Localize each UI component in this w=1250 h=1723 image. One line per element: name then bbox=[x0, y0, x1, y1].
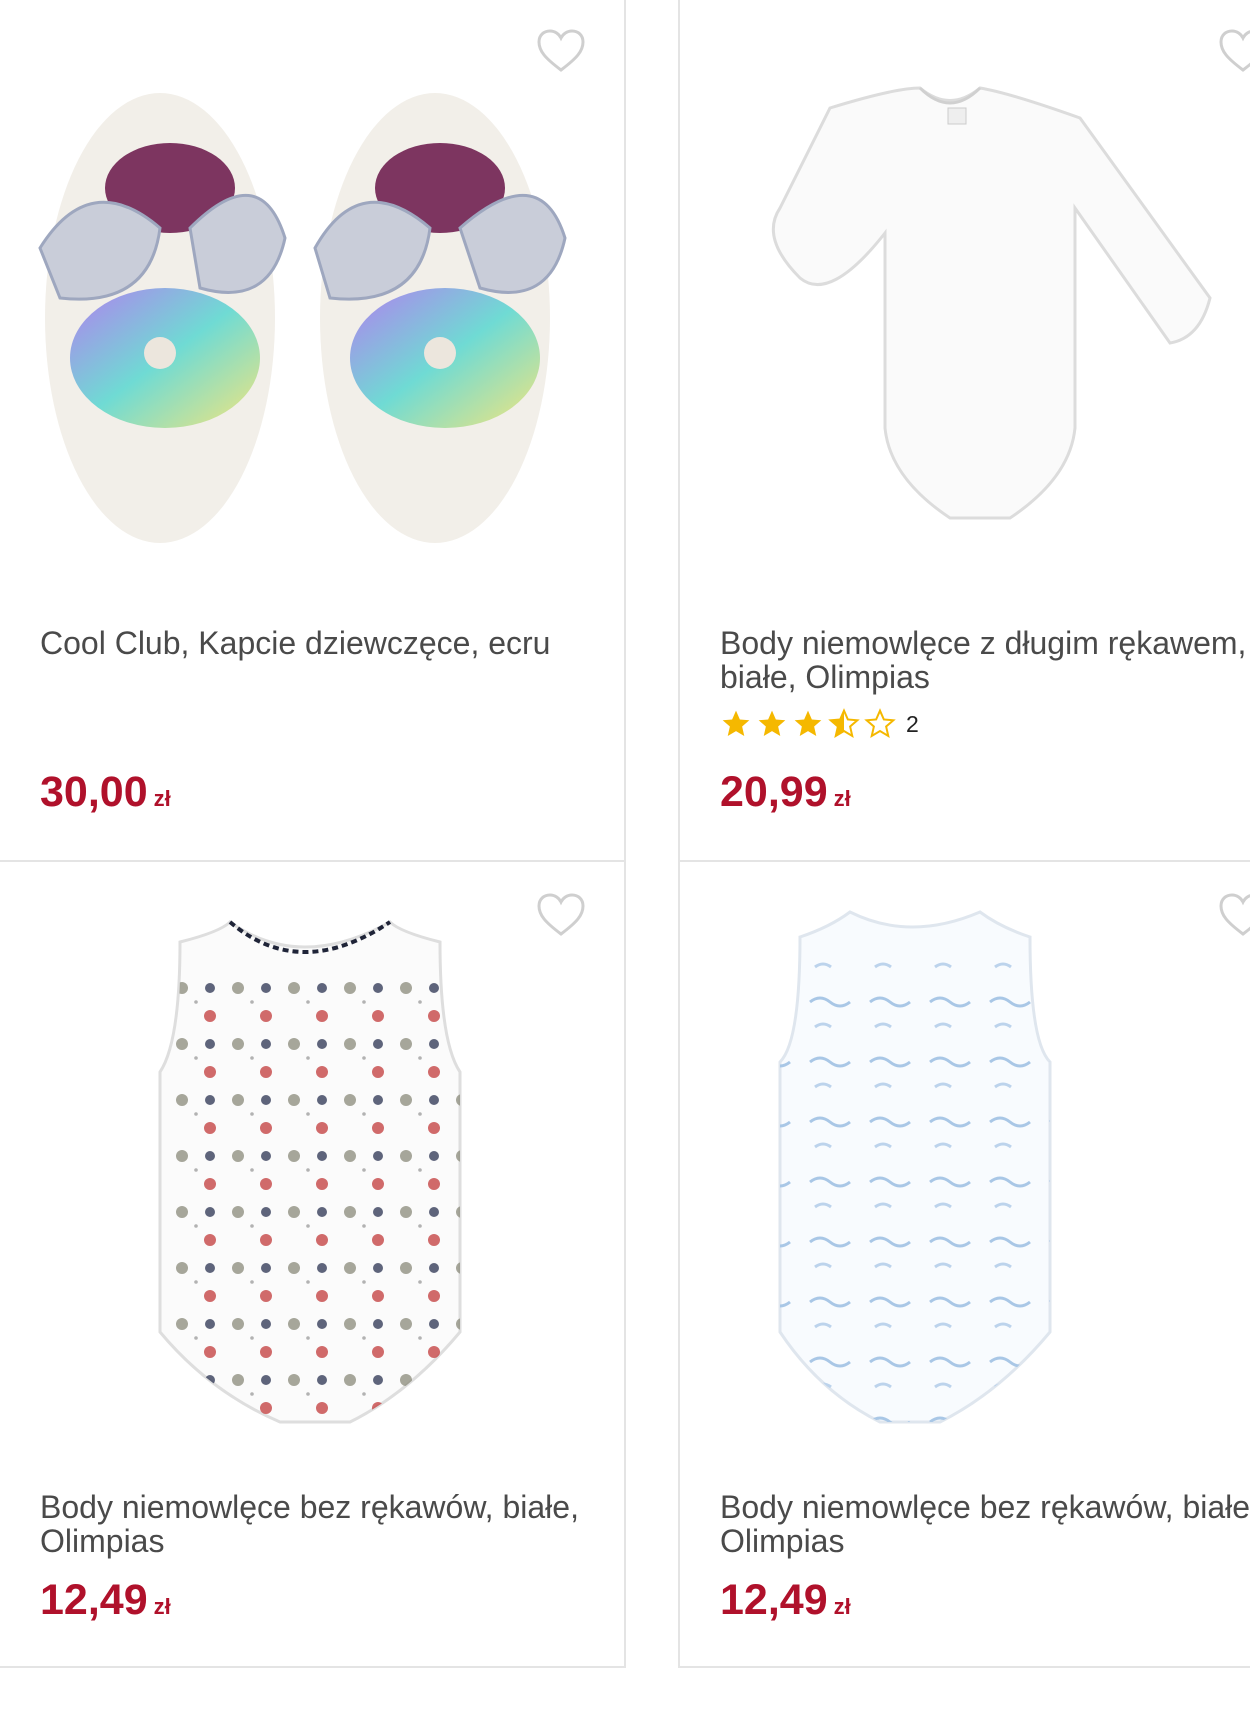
product-title[interactable]: Body niemowlęce bez rękawów, białe, Olim… bbox=[720, 1490, 1250, 1558]
star-empty-icon bbox=[864, 708, 896, 739]
product-card[interactable]: Body niemowlęce z długim rękawem, białe,… bbox=[678, 0, 1250, 862]
product-title[interactable]: Body niemowlęce bez rękawów, białe, Olim… bbox=[40, 1490, 580, 1558]
price-amount: 12,49 bbox=[720, 1576, 828, 1624]
price-currency: zł bbox=[833, 1594, 851, 1619]
price-amount: 12,49 bbox=[40, 1576, 148, 1624]
price-currency: zł bbox=[833, 786, 851, 811]
product-card[interactable]: Cool Club, Kapcie dziewczęce, ecru 30,00… bbox=[0, 0, 626, 862]
product-card[interactable]: Body niemowlęce bez rękawów, białe, Olim… bbox=[0, 860, 626, 1668]
star-icon bbox=[758, 710, 786, 736]
product-image-patterned-bodysuit[interactable] bbox=[0, 862, 626, 1462]
product-title[interactable]: Body niemowlęce z długim rękawem, białe,… bbox=[720, 626, 1250, 694]
price-currency: zł bbox=[153, 786, 171, 811]
product-image-slippers[interactable] bbox=[0, 0, 626, 558]
product-price: 20,99 zł bbox=[720, 768, 851, 817]
product-price: 12,49 zł bbox=[40, 1576, 171, 1625]
star-icon bbox=[722, 710, 750, 736]
product-image-blue-print-bodysuit[interactable] bbox=[680, 862, 1250, 1462]
product-price: 30,00 zł bbox=[40, 768, 171, 817]
price-amount: 20,99 bbox=[720, 768, 828, 816]
product-title[interactable]: Cool Club, Kapcie dziewczęce, ecru bbox=[40, 626, 580, 660]
star-rating: 2 bbox=[720, 708, 919, 740]
product-price: 12,49 zł bbox=[720, 1576, 851, 1625]
price-amount: 30,00 bbox=[40, 768, 148, 816]
star-icon bbox=[794, 710, 822, 736]
star-half-icon bbox=[828, 708, 860, 739]
product-card[interactable]: Body niemowlęce bez rękawów, białe, Olim… bbox=[678, 860, 1250, 1668]
rating-count: 2 bbox=[906, 710, 919, 737]
product-grid: Cool Club, Kapcie dziewczęce, ecru 30,00… bbox=[0, 0, 1250, 1723]
price-currency: zł bbox=[153, 1594, 171, 1619]
product-image-long-sleeve-bodysuit[interactable] bbox=[680, 0, 1250, 558]
